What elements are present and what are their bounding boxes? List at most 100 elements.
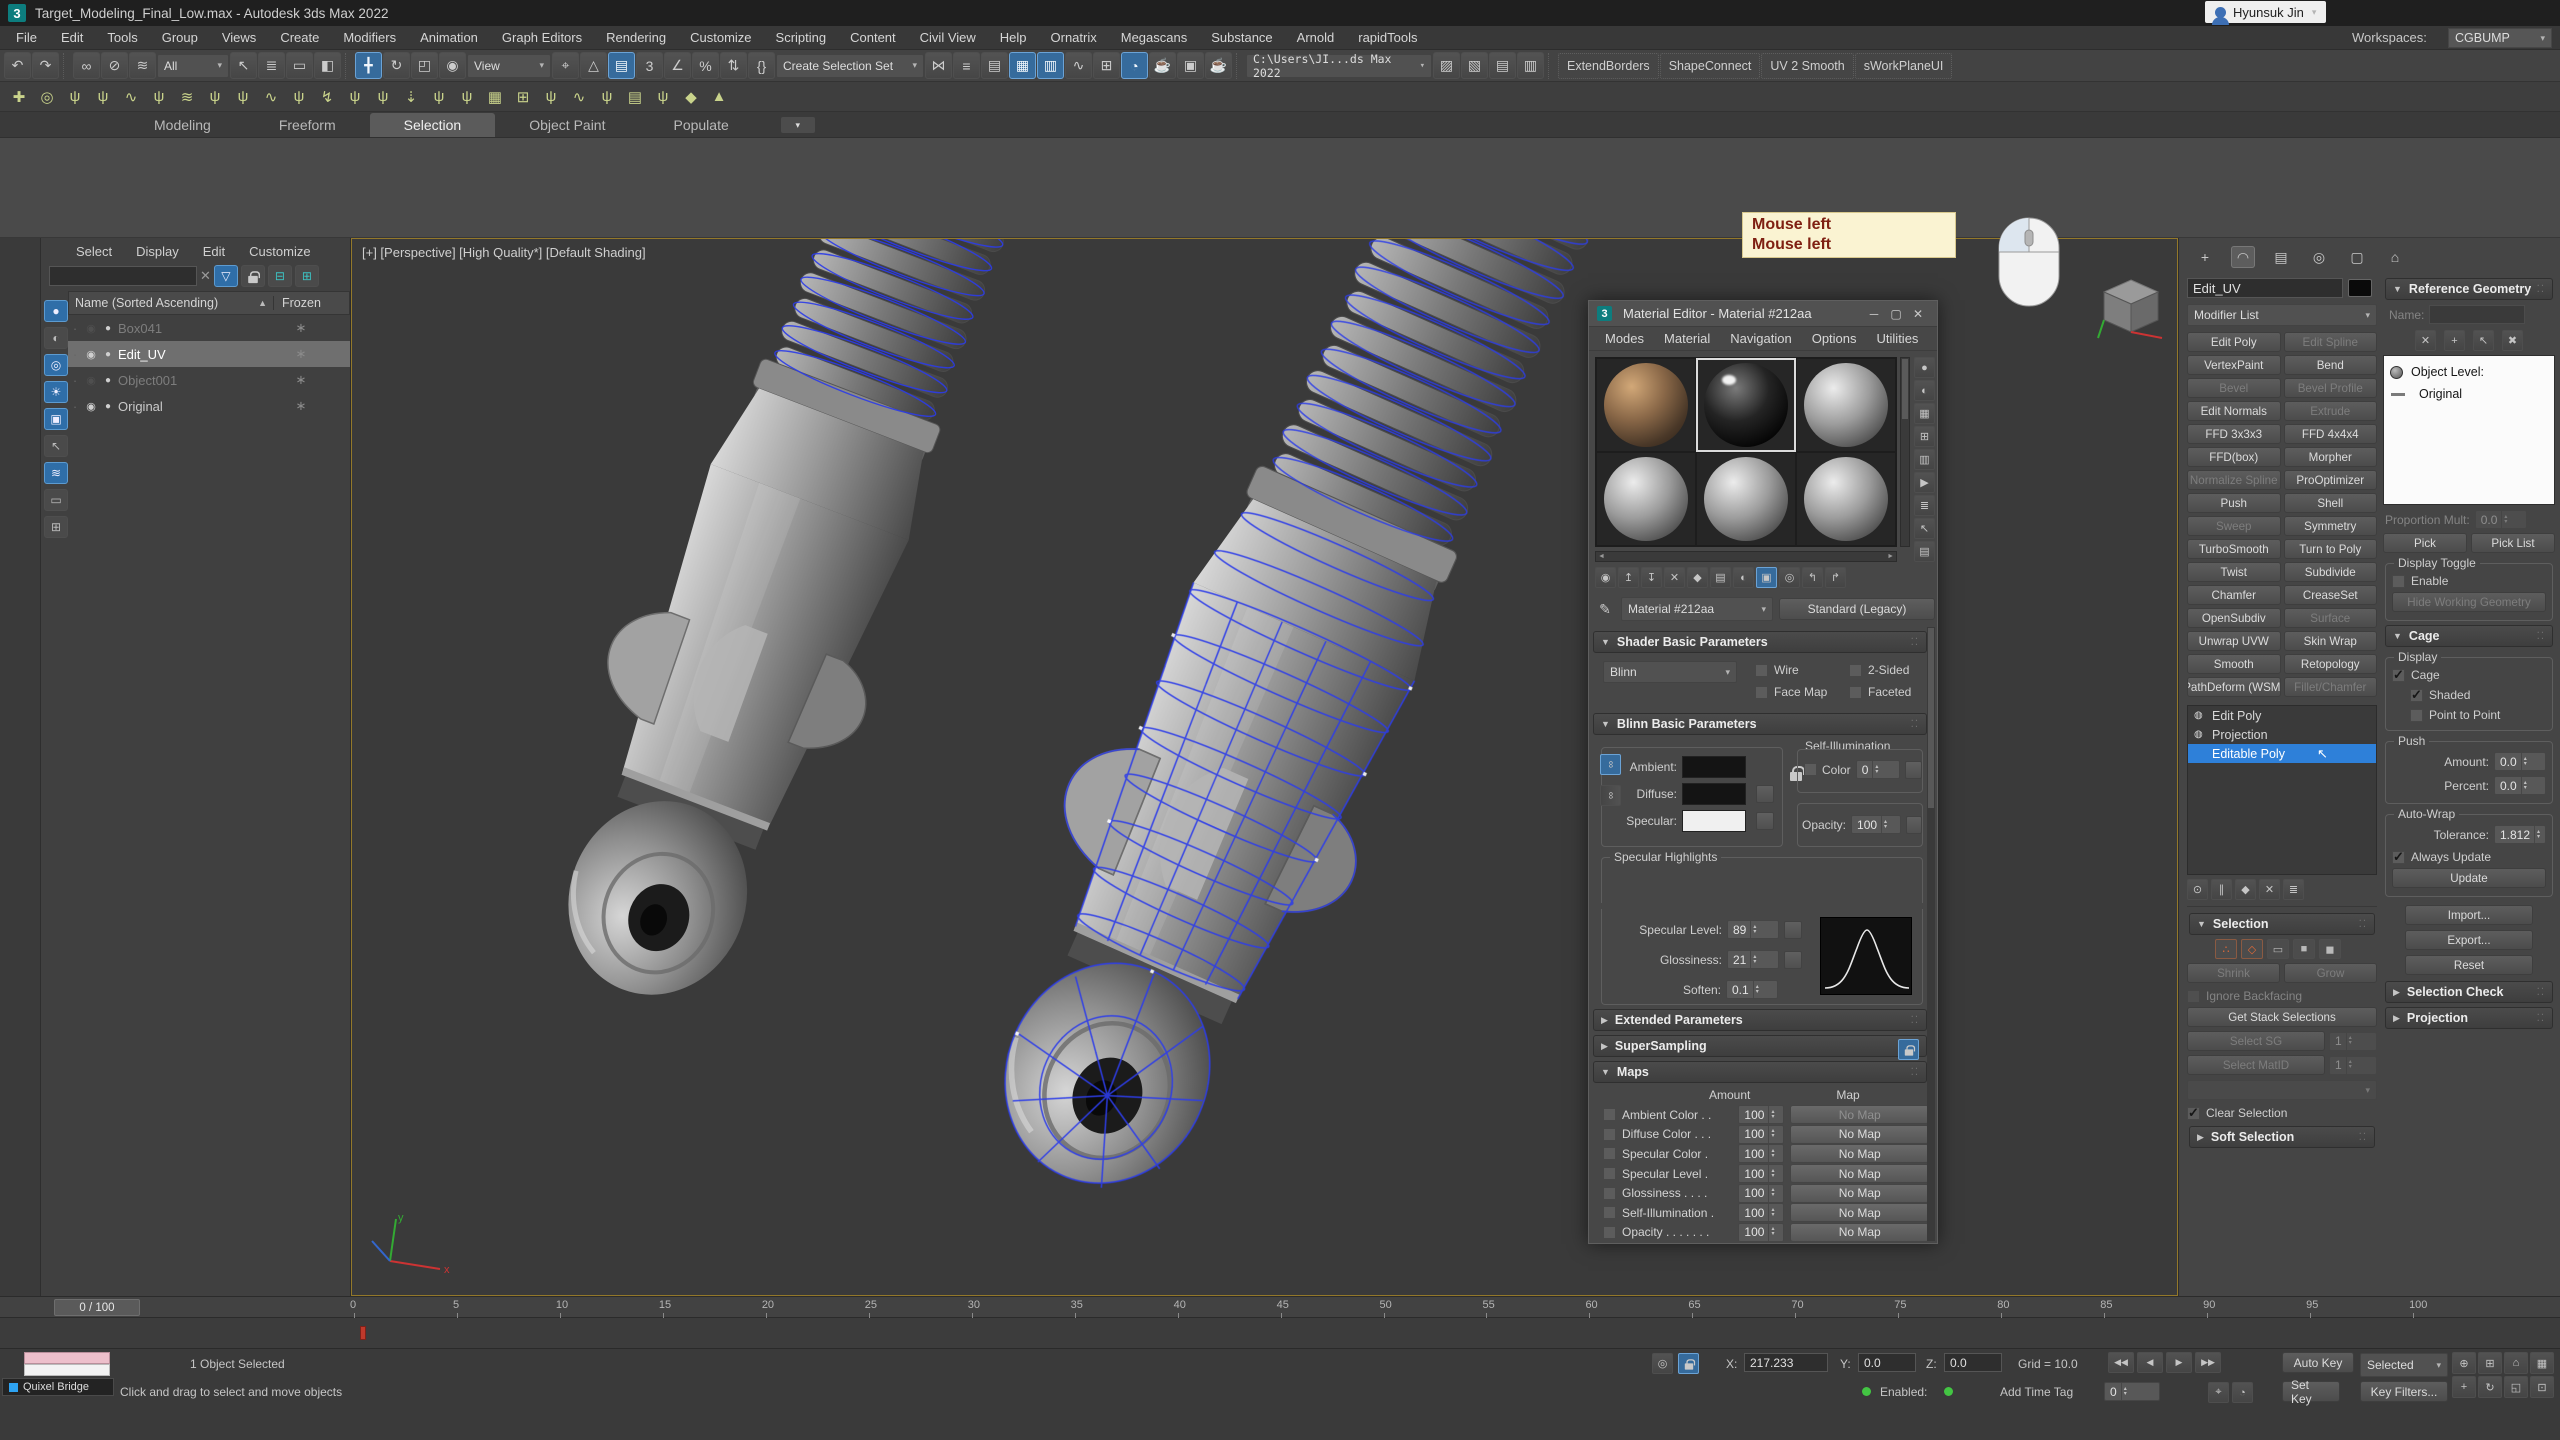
border-subobject-icon[interactable]: ▭: [2267, 939, 2289, 959]
always-update-checkbox[interactable]: [2392, 851, 2405, 864]
isolate-selection-icon[interactable]: ◎: [1652, 1353, 1673, 1374]
display-groups-filter-icon[interactable]: ▭: [44, 489, 68, 511]
put-material-to-scene-icon[interactable]: ↥: [1618, 567, 1639, 588]
lock-diffuse-specular-icon[interactable]: ∞: [1600, 785, 1621, 806]
material-type-button[interactable]: Standard (Legacy): [1779, 598, 1935, 620]
selfillum-map-shortcut-button[interactable]: [1905, 761, 1922, 779]
visibility-eye-icon[interactable]: ◉: [82, 400, 100, 413]
menu-item[interactable]: Ornatrix: [1039, 26, 1109, 50]
modifier-button[interactable]: Extrude: [2284, 401, 2378, 421]
zoom-extents-icon[interactable]: ⌂: [2504, 1352, 2528, 1374]
object-name-field[interactable]: [2187, 278, 2343, 298]
shaded-checkbox[interactable]: [2410, 689, 2423, 702]
zoom-all-icon[interactable]: ⊞: [2478, 1352, 2502, 1374]
get-material-icon[interactable]: ◉: [1595, 567, 1616, 588]
menu-item[interactable]: Content: [838, 26, 908, 50]
display-spacewarps-filter-icon[interactable]: ≋: [44, 462, 68, 484]
grow-button[interactable]: Grow: [2284, 963, 2377, 983]
specular-level-spinner[interactable]: 89: [1727, 920, 1779, 939]
map-slot-button[interactable]: No Map: [1790, 1144, 1929, 1163]
lock-maps-icon[interactable]: [1898, 1039, 1919, 1060]
select-and-place-icon[interactable]: ◉: [439, 52, 466, 79]
go-to-start-icon[interactable]: ◀◀: [2108, 1352, 2134, 1373]
ornatrix-tool-icon[interactable]: ψ: [650, 84, 676, 110]
menu-item[interactable]: Tools: [95, 26, 149, 50]
viewport-label[interactable]: [+] [Perspective] [High Quality*] [Defau…: [362, 245, 646, 260]
display-xrefs-filter-icon[interactable]: ⊞: [44, 516, 68, 538]
show-end-result-icon[interactable]: ◎: [1779, 567, 1800, 588]
frozen-toggle-icon[interactable]: ∗: [271, 346, 331, 362]
backlight-icon[interactable]: ◐: [1914, 380, 1935, 401]
menu-item[interactable]: Megascans: [1109, 26, 1199, 50]
modifier-button[interactable]: VertexPaint: [2187, 355, 2281, 375]
sample-slots-horizontal-scrollbar[interactable]: ◄►: [1595, 551, 1897, 562]
select-sg-spinner[interactable]: 1: [2329, 1032, 2377, 1051]
ornatrix-tool-icon[interactable]: ↯: [314, 84, 340, 110]
map-enable-checkbox[interactable]: [1603, 1187, 1616, 1200]
select-by-material-icon[interactable]: ↖: [1914, 518, 1935, 539]
select-object-icon[interactable]: ↖: [230, 52, 257, 79]
pick-button[interactable]: Pick: [2383, 533, 2467, 553]
spinner-snap-icon[interactable]: ⇅: [720, 52, 747, 79]
rollout-extended-parameters[interactable]: ▶Extended Parameters⁚⁚: [1593, 1009, 1927, 1031]
modifier-button[interactable]: Edit Normals: [2187, 401, 2281, 421]
hide-working-geometry-button[interactable]: Hide Working Geometry: [2392, 592, 2546, 612]
lock-explorer-icon[interactable]: [241, 265, 265, 287]
frozen-toggle-icon[interactable]: ∗: [271, 320, 331, 336]
modifier-button[interactable]: Bend: [2284, 355, 2378, 375]
zoom-icon[interactable]: ⊕: [2452, 1352, 2476, 1374]
explorer-menu-item[interactable]: Edit: [192, 244, 236, 259]
display-tab-icon[interactable]: ▢: [2345, 246, 2369, 268]
select-and-manipulate-icon[interactable]: △: [580, 52, 607, 79]
display-helpers-filter-icon[interactable]: ↖: [44, 435, 68, 457]
display-shapes-filter-icon[interactable]: ◎: [44, 354, 68, 376]
keyboard-shortcut-override-icon[interactable]: ▤: [608, 52, 635, 79]
modifier-button[interactable]: ProOptimizer: [2284, 470, 2378, 490]
glossiness-map-shortcut-button[interactable]: [1784, 951, 1802, 969]
timeline-tick[interactable]: 90: [2207, 1297, 2310, 1319]
menu-item[interactable]: Edit: [49, 26, 95, 50]
selection-lock-icon[interactable]: [1678, 1353, 1699, 1374]
object-color-swatch[interactable]: [2348, 279, 2372, 297]
diffuse-color-swatch[interactable]: [1682, 783, 1746, 805]
modifier-button[interactable]: OpenSubdiv: [2187, 608, 2281, 628]
export-button[interactable]: Export...: [2405, 930, 2533, 950]
remove-modifier-icon[interactable]: ✕: [2259, 879, 2280, 900]
keyframe-marker[interactable]: [360, 1326, 366, 1340]
current-frame-spinner[interactable]: 0: [2104, 1382, 2160, 1401]
scene-object-row[interactable]: · ◉ ● Original ∗: [68, 393, 350, 419]
push-amount-spinner[interactable]: 0.0: [2494, 752, 2546, 771]
material-map-navigator-icon[interactable]: ▤: [1914, 541, 1935, 562]
edit-named-selection-sets-icon[interactable]: {}: [748, 52, 775, 79]
rollout-reference-geometry[interactable]: ▼Reference Geometry⁚⁚: [2385, 278, 2553, 300]
import-button[interactable]: Import...: [2405, 905, 2533, 925]
render-setup-icon[interactable]: ☕: [1149, 52, 1176, 79]
ornatrix-tool-icon[interactable]: ψ: [146, 84, 172, 110]
ribbon-tab[interactable]: Modeling: [120, 113, 245, 137]
set-key-button[interactable]: Set Key: [2282, 1381, 2340, 1402]
field-of-view-icon[interactable]: ◱: [2504, 1376, 2528, 1398]
name-column-header[interactable]: Name (Sorted Ascending)▲: [69, 296, 274, 310]
assign-material-to-selection-icon[interactable]: ↧: [1641, 567, 1662, 588]
material-sample-slot[interactable]: [1796, 452, 1896, 546]
project-folder-icon[interactable]: ▨: [1433, 52, 1460, 79]
previous-frame-icon[interactable]: ◀: [2137, 1352, 2163, 1373]
frozen-column-header[interactable]: Frozen: [274, 296, 346, 310]
ribbon-tab[interactable]: Object Paint: [495, 113, 639, 137]
modifier-button[interactable]: Morpher: [2284, 447, 2378, 467]
pick-reference-icon[interactable]: ↖: [2473, 330, 2494, 351]
modify-tab-icon[interactable]: ◠: [2231, 246, 2255, 268]
modifier-button[interactable]: Twist: [2187, 562, 2281, 582]
close-icon[interactable]: ✕: [1907, 307, 1929, 321]
map-amount-spinner[interactable]: 100: [1738, 1203, 1784, 1222]
collapse-tree-icon[interactable]: ⊟: [268, 265, 292, 287]
ornatrix-tool-icon[interactable]: ψ: [286, 84, 312, 110]
ornatrix-tool-icon[interactable]: ∿: [566, 84, 592, 110]
zoom-extents-all-icon[interactable]: ▦: [2530, 1352, 2554, 1374]
timeline-tick[interactable]: 95: [2310, 1297, 2413, 1319]
ornatrix-tool-icon[interactable]: ψ: [342, 84, 368, 110]
diffuse-map-shortcut-button[interactable]: [1756, 785, 1774, 803]
frozen-toggle-icon[interactable]: ∗: [271, 372, 331, 388]
create-tab-icon[interactable]: +: [2193, 246, 2217, 268]
unlink-selection-icon[interactable]: ⊘: [101, 52, 128, 79]
